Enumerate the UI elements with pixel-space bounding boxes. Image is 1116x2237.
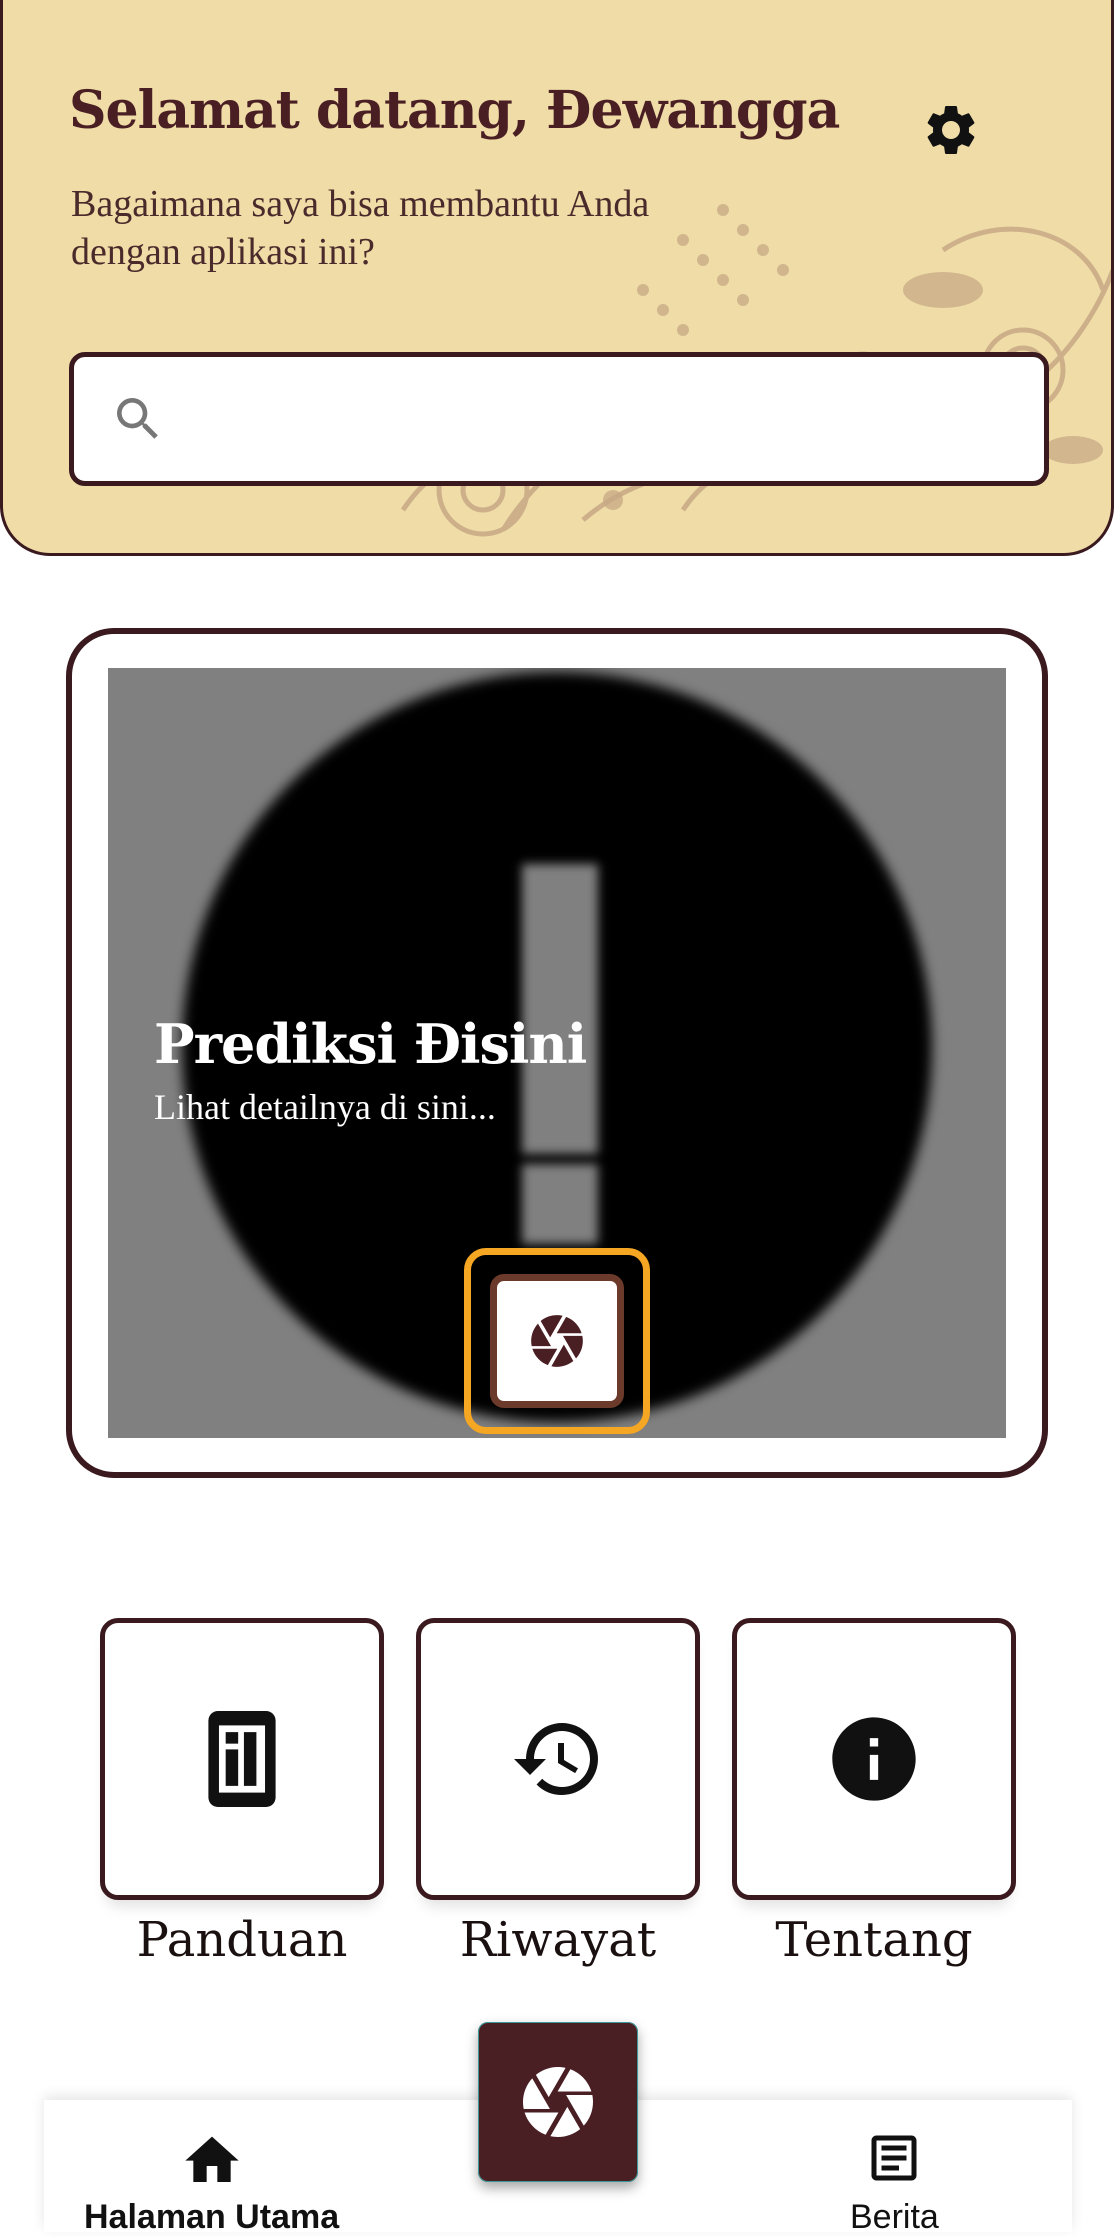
menu-label-panduan: Panduan (136, 1912, 348, 1968)
guide-icon (208, 1711, 276, 1807)
nav-item-home[interactable]: Halaman Utama (84, 2128, 339, 2237)
camera-aperture-icon (523, 2067, 593, 2137)
settings-button[interactable] (913, 92, 989, 168)
menu-item-panduan[interactable]: Panduan (100, 1618, 384, 1968)
search-bar[interactable] (69, 352, 1049, 486)
menu-item-riwayat[interactable]: Riwayat (416, 1618, 700, 1968)
guide-tile[interactable] (100, 1618, 384, 1900)
prediction-title: Prediksi Đisini (154, 1012, 587, 1076)
news-icon (871, 2135, 917, 2181)
welcome-heading: Selamat datang, Đewangga (69, 80, 840, 141)
gear-icon (927, 105, 975, 154)
info-icon (832, 1717, 916, 1801)
nav-item-news[interactable]: Berita (850, 2128, 939, 2237)
prediction-camera-button[interactable] (490, 1274, 624, 1408)
history-tile[interactable] (416, 1618, 700, 1900)
search-input[interactable] (182, 356, 1044, 482)
prediction-subtitle: Lihat detailnya di sini... (154, 1087, 496, 1127)
history-icon (514, 1723, 598, 1795)
camera-button-focus-ring (464, 1248, 650, 1434)
menu-label-tentang: Tentang (775, 1912, 973, 1968)
home-icon (184, 2136, 239, 2182)
header-banner: Selamat datang, Đewangga Bagaimana saya … (0, 0, 1114, 556)
info-tile[interactable] (732, 1618, 1016, 1900)
menu-label-riwayat: Riwayat (459, 1912, 657, 1968)
welcome-subtitle: Bagaimana saya bisa membantu Anda dengan… (71, 183, 650, 273)
camera-aperture-icon (531, 1315, 583, 1367)
camera-fab-button[interactable] (478, 2022, 638, 2182)
nav-label-home: Halaman Utama (84, 2198, 340, 2236)
menu-item-tentang[interactable]: Tentang (732, 1618, 1016, 1968)
search-icon (117, 398, 158, 439)
nav-label-news: Berita (850, 2198, 939, 2236)
